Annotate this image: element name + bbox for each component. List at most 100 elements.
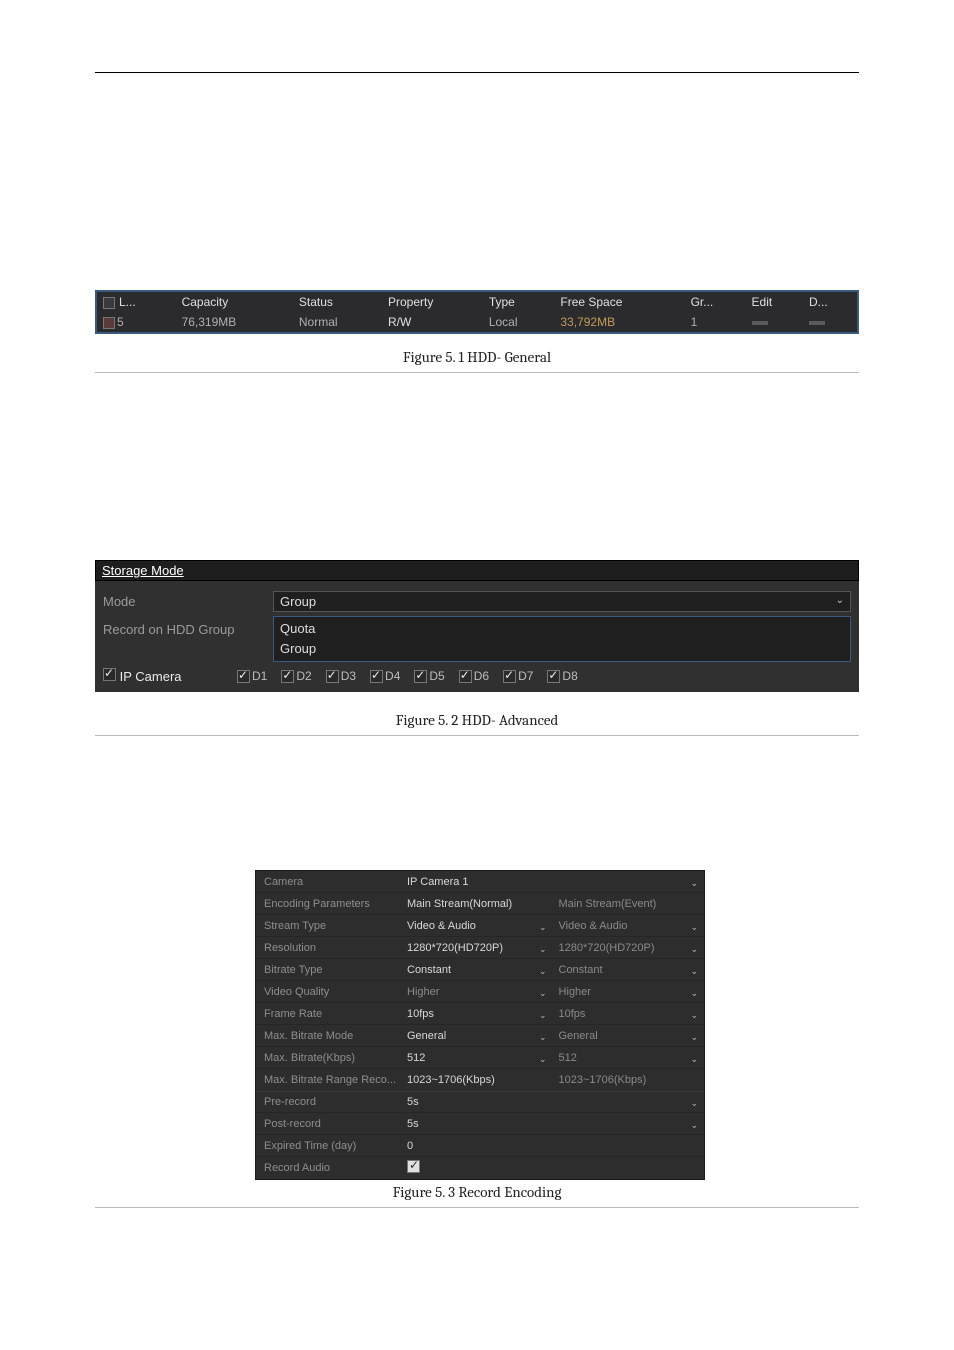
- expired-time-input[interactable]: 0: [401, 1138, 704, 1154]
- camera-d7-label: D7: [518, 669, 533, 683]
- figure-caption-2: Figure 5. 2 HDD- Advanced: [95, 711, 859, 729]
- enc-value-normal[interactable]: Higher⌄: [401, 984, 553, 1000]
- enc-value-normal[interactable]: 1280*720(HD720P)⌄: [401, 940, 553, 956]
- enc-row: Video QualityHigher⌄Higher⌄: [256, 981, 704, 1003]
- chevron-down-icon: ⌄: [690, 878, 698, 889]
- camera-d8-label: D8: [562, 669, 577, 683]
- camera-d1-label: D1: [252, 669, 267, 683]
- chevron-down-icon: ⌄: [539, 1032, 547, 1043]
- row-checkbox[interactable]: [103, 317, 115, 329]
- mode-option-quota[interactable]: Quota: [280, 619, 844, 639]
- chevron-down-icon: ⌄: [539, 966, 547, 977]
- expired-time-label: Expired Time (day): [256, 1140, 401, 1152]
- mode-dropdown-list[interactable]: Quota Group: [273, 616, 851, 662]
- enc-value-event[interactable]: 1280*720(HD720P)⌄: [553, 940, 705, 956]
- ip-camera-label: IP Camera: [103, 668, 223, 684]
- enc-value-event[interactable]: 512⌄: [553, 1050, 705, 1066]
- post-record-value: 5s: [407, 1118, 419, 1130]
- cell-capacity: 76,319MB: [176, 312, 293, 332]
- ip-camera-label-text: IP Camera: [120, 669, 182, 684]
- enc-value-event[interactable]: Video & Audio⌄: [553, 918, 705, 934]
- ip-camera-master-checkbox[interactable]: [103, 668, 116, 681]
- chevron-down-icon: ⌄: [539, 988, 547, 999]
- record-on-row: Record on HDD Group Quota Group: [103, 616, 851, 662]
- enc-value-normal[interactable]: Video & Audio⌄: [401, 918, 553, 934]
- camera-select[interactable]: IP Camera 1 ⌄: [401, 874, 704, 890]
- pre-record-select[interactable]: 5s⌄: [401, 1094, 704, 1110]
- chevron-down-icon: ⌄: [539, 1010, 547, 1021]
- enc-value-event[interactable]: General⌄: [553, 1028, 705, 1044]
- chevron-down-icon: ⌄: [539, 1054, 547, 1065]
- camera-d6-label: D6: [474, 669, 489, 683]
- col-label: L...: [97, 292, 176, 312]
- hdd-general-table: L... Capacity Status Property Type Free …: [95, 290, 859, 334]
- enc-value-event[interactable]: 10fps⌄: [553, 1006, 705, 1022]
- enc-row: Max. Bitrate ModeGeneral⌄General⌄: [256, 1025, 704, 1047]
- camera-d7[interactable]: D7: [503, 669, 533, 683]
- camera-d4[interactable]: D4: [370, 669, 400, 683]
- enc-row-label: Resolution: [256, 942, 401, 954]
- camera-select-value: IP Camera 1: [407, 876, 469, 888]
- camera-row: Camera IP Camera 1⌄: [256, 871, 704, 893]
- col-label-text: L...: [119, 295, 136, 309]
- divider: [95, 735, 859, 736]
- camera-d2-label: D2: [296, 669, 311, 683]
- enc-row-label: Max. Bitrate Mode: [256, 1030, 401, 1042]
- col-group: Gr...: [685, 292, 746, 312]
- enc-row-label: Max. Bitrate Range Reco...: [256, 1074, 401, 1086]
- chevron-down-icon: ⌄: [690, 1032, 698, 1043]
- record-audio-checkbox[interactable]: [407, 1160, 420, 1173]
- delete-icon: [809, 321, 825, 325]
- col-free-space: Free Space: [554, 292, 684, 312]
- enc-row: Max. Bitrate(Kbps)512⌄512⌄: [256, 1047, 704, 1069]
- chevron-down-icon: ⌄: [690, 1120, 698, 1131]
- cell-edit[interactable]: [746, 312, 803, 332]
- chevron-down-icon: ⌄: [836, 595, 844, 606]
- cell-free-space: 33,792MB: [554, 312, 684, 332]
- cell-group: 1: [685, 312, 746, 332]
- hdd-general-row[interactable]: 5 76,319MB Normal R/W Local 33,792MB 1: [97, 312, 857, 332]
- mode-select-value: Group: [280, 594, 316, 609]
- enc-value-normal[interactable]: 10fps⌄: [401, 1006, 553, 1022]
- expired-time-value: 0: [407, 1140, 413, 1152]
- col-capacity: Capacity: [176, 292, 293, 312]
- enc-value-event[interactable]: Higher⌄: [553, 984, 705, 1000]
- expired-time-row: Expired Time (day) 0: [256, 1135, 704, 1157]
- mode-label: Mode: [103, 594, 273, 609]
- enc-row: Stream TypeVideo & Audio⌄Video & Audio⌄: [256, 915, 704, 937]
- mode-select[interactable]: Group ⌄: [273, 591, 851, 612]
- chevron-down-icon: ⌄: [690, 1054, 698, 1065]
- cell-delete[interactable]: [803, 312, 857, 332]
- enc-value-event: Main Stream(Event): [553, 896, 705, 912]
- chevron-down-icon: ⌄: [690, 944, 698, 955]
- col-status: Status: [293, 292, 382, 312]
- mode-option-group[interactable]: Group: [280, 639, 844, 659]
- enc-value-normal[interactable]: 512⌄: [401, 1050, 553, 1066]
- post-record-select[interactable]: 5s ⌄: [401, 1116, 704, 1132]
- enc-row-label: Max. Bitrate(Kbps): [256, 1052, 401, 1064]
- camera-d3[interactable]: D3: [326, 669, 356, 683]
- chevron-down-icon: ⌄: [690, 988, 698, 999]
- record-on-label: Record on HDD Group: [103, 616, 273, 637]
- enc-value-normal[interactable]: Constant⌄: [401, 962, 553, 978]
- chevron-down-icon: ⌄: [690, 966, 698, 977]
- col-edit: Edit: [746, 292, 803, 312]
- enc-value-event[interactable]: Constant⌄: [553, 962, 705, 978]
- camera-d1[interactable]: D1: [237, 669, 267, 683]
- figure-caption-1: Figure 5. 1 HDD- General: [95, 348, 859, 366]
- pre-record-value: 5s: [407, 1096, 419, 1108]
- enc-row: Bitrate TypeConstant⌄Constant⌄: [256, 959, 704, 981]
- chevron-down-icon: ⌄: [539, 944, 547, 955]
- select-all-checkbox[interactable]: [103, 297, 115, 309]
- camera-d8[interactable]: D8: [547, 669, 577, 683]
- camera-d2[interactable]: D2: [281, 669, 311, 683]
- cell-status: Normal: [293, 312, 382, 332]
- divider: [95, 1207, 859, 1208]
- col-property: Property: [382, 292, 483, 312]
- camera-d6[interactable]: D6: [459, 669, 489, 683]
- enc-row-label: Frame Rate: [256, 1008, 401, 1020]
- col-delete: D...: [803, 292, 857, 312]
- camera-d5[interactable]: D5: [414, 669, 444, 683]
- enc-row-label: Video Quality: [256, 986, 401, 998]
- enc-value-normal[interactable]: General⌄: [401, 1028, 553, 1044]
